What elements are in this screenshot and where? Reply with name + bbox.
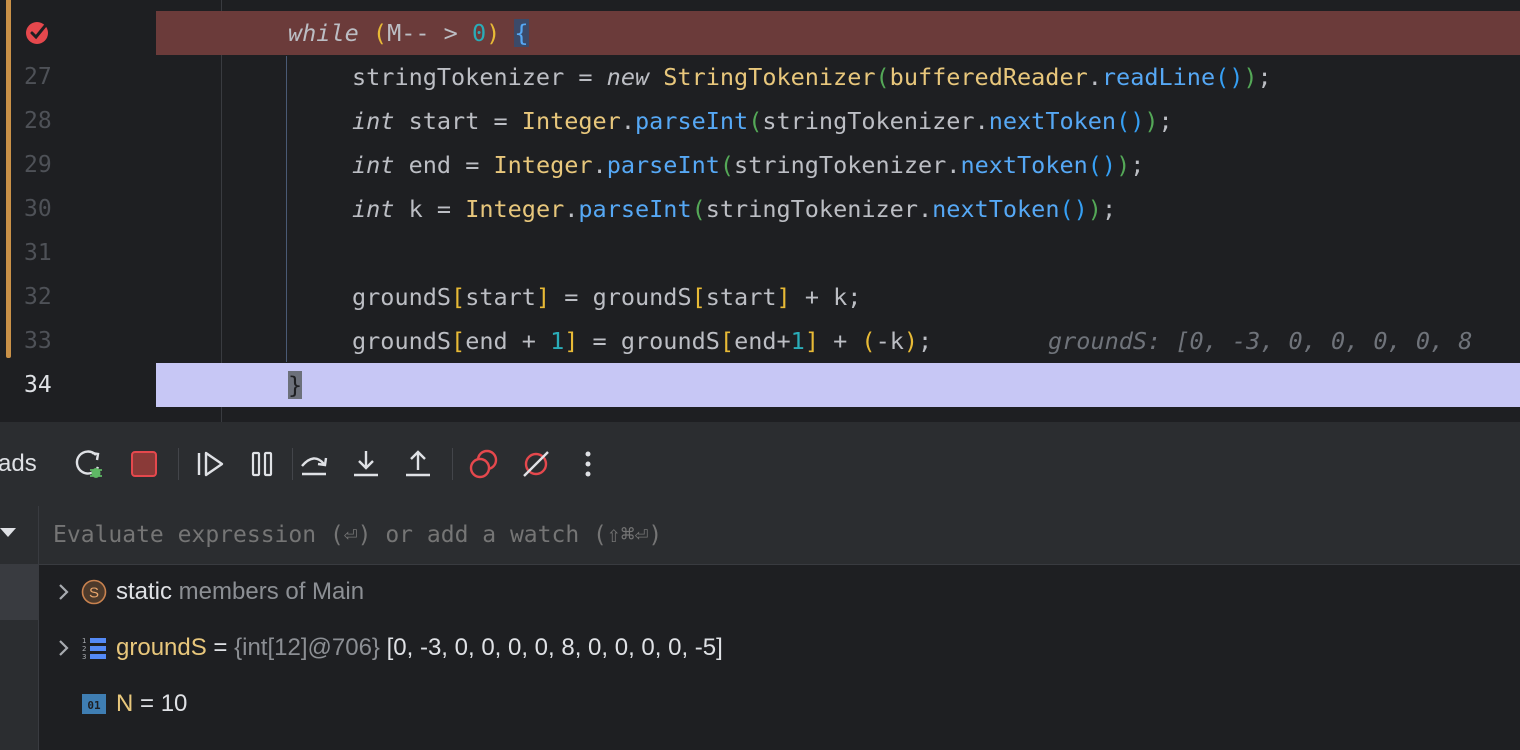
code-line[interactable]: 33 groundS[end + 1] = groundS[end+1] + (… xyxy=(0,319,1520,363)
breakpoint-hit-icon[interactable] xyxy=(24,18,52,46)
threads-tab-label[interactable]: ads xyxy=(0,422,37,506)
execution-point-highlight xyxy=(156,363,1520,407)
mute-breakpoints-icon[interactable] xyxy=(518,446,554,482)
code-text: while (M-- > 0) { xyxy=(288,19,529,47)
more-icon[interactable] xyxy=(570,446,606,482)
static-members-icon: S xyxy=(81,579,107,605)
variables-panel: S static members of Main 1 2 3 groundS =… xyxy=(0,506,1520,750)
line-number: 28 xyxy=(24,108,52,134)
line-number: 32 xyxy=(24,284,52,310)
pause-icon[interactable] xyxy=(244,446,280,482)
code-text: } xyxy=(288,371,303,399)
toolbar-separator xyxy=(292,448,293,480)
line-number: 27 xyxy=(24,64,52,90)
code-editor[interactable]: while (M-- > 0) { 27 stringTokenizer = n… xyxy=(0,0,1520,422)
svg-text:2: 2 xyxy=(82,645,86,653)
variable-label: groundS = {int[12]@706} [0, -3, 0, 0, 0,… xyxy=(116,634,723,661)
debug-toolbar: ads xyxy=(0,422,1520,506)
code-line-execution-point[interactable]: 34 } xyxy=(0,363,1520,407)
svg-text:3: 3 xyxy=(82,653,86,661)
toolbar-separator xyxy=(178,448,179,480)
variable-row-static[interactable]: S static members of Main xyxy=(39,564,1520,620)
rerun-debug-icon[interactable] xyxy=(72,446,108,482)
code-text: int end = Integer.parseInt(stringTokeniz… xyxy=(352,151,1145,179)
code-line[interactable]: 27 stringTokenizer = new StringTokenizer… xyxy=(0,55,1520,99)
line-number: 30 xyxy=(24,196,52,222)
line-number: 34 xyxy=(24,372,52,398)
variable-row-groundS[interactable]: 1 2 3 groundS = {int[12]@706} [0, -3, 0,… xyxy=(39,620,1520,676)
variable-row-N[interactable]: 01 N = 10 xyxy=(39,676,1520,732)
toolbar-separator xyxy=(452,448,453,480)
svg-text:01: 01 xyxy=(87,699,101,712)
step-out-icon[interactable] xyxy=(400,446,436,482)
array-icon: 1 2 3 xyxy=(82,637,106,661)
stop-icon[interactable] xyxy=(126,446,162,482)
code-text: groundS[end + 1] = groundS[end+1] + (-k)… xyxy=(352,327,933,355)
code-text: groundS[start] = groundS[start] + k; xyxy=(352,283,862,311)
code-line[interactable]: 30 int k = Integer.parseInt(stringTokeni… xyxy=(0,187,1520,231)
variable-label: static members of Main xyxy=(116,578,365,605)
chevron-right-icon[interactable] xyxy=(53,638,73,658)
code-line[interactable]: 31 xyxy=(0,231,1520,275)
code-text: stringTokenizer = new StringTokenizer(bu… xyxy=(352,63,1272,91)
evaluate-expression-box[interactable] xyxy=(39,506,1520,565)
svg-text:1: 1 xyxy=(82,637,86,645)
line-number: 33 xyxy=(24,328,52,354)
view-breakpoints-icon[interactable] xyxy=(466,446,502,482)
code-line-breakpoint[interactable]: while (M-- > 0) { xyxy=(0,11,1520,55)
variable-label: N = 10 xyxy=(116,690,188,717)
resume-icon[interactable] xyxy=(192,446,228,482)
selected-frame[interactable] xyxy=(0,564,38,620)
primitive-icon: 01 xyxy=(82,694,106,714)
frames-panel[interactable] xyxy=(0,506,39,750)
code-line[interactable]: 28 int start = Integer.parseInt(stringTo… xyxy=(0,99,1520,143)
step-over-icon[interactable] xyxy=(296,446,332,482)
evaluate-expression-input[interactable] xyxy=(53,506,1453,564)
code-line[interactable]: 29 int end = Integer.parseInt(stringToke… xyxy=(0,143,1520,187)
collapse-triangle-icon[interactable] xyxy=(0,528,16,537)
code-text: int start = Integer.parseInt(stringToken… xyxy=(352,107,1173,135)
line-number: 29 xyxy=(24,152,52,178)
svg-text:S: S xyxy=(89,585,99,602)
chevron-right-icon[interactable] xyxy=(53,582,73,602)
line-number: 31 xyxy=(24,240,52,266)
step-into-icon[interactable] xyxy=(348,446,384,482)
code-text: int k = Integer.parseInt(stringTokenizer… xyxy=(352,195,1117,223)
code-line[interactable]: 32 groundS[start] = groundS[start] + k; xyxy=(0,275,1520,319)
previous-line-fragment xyxy=(156,0,1520,8)
inline-debug-value: groundS: [0, -3, 0, 0, 0, 0, 8 xyxy=(1048,327,1473,355)
